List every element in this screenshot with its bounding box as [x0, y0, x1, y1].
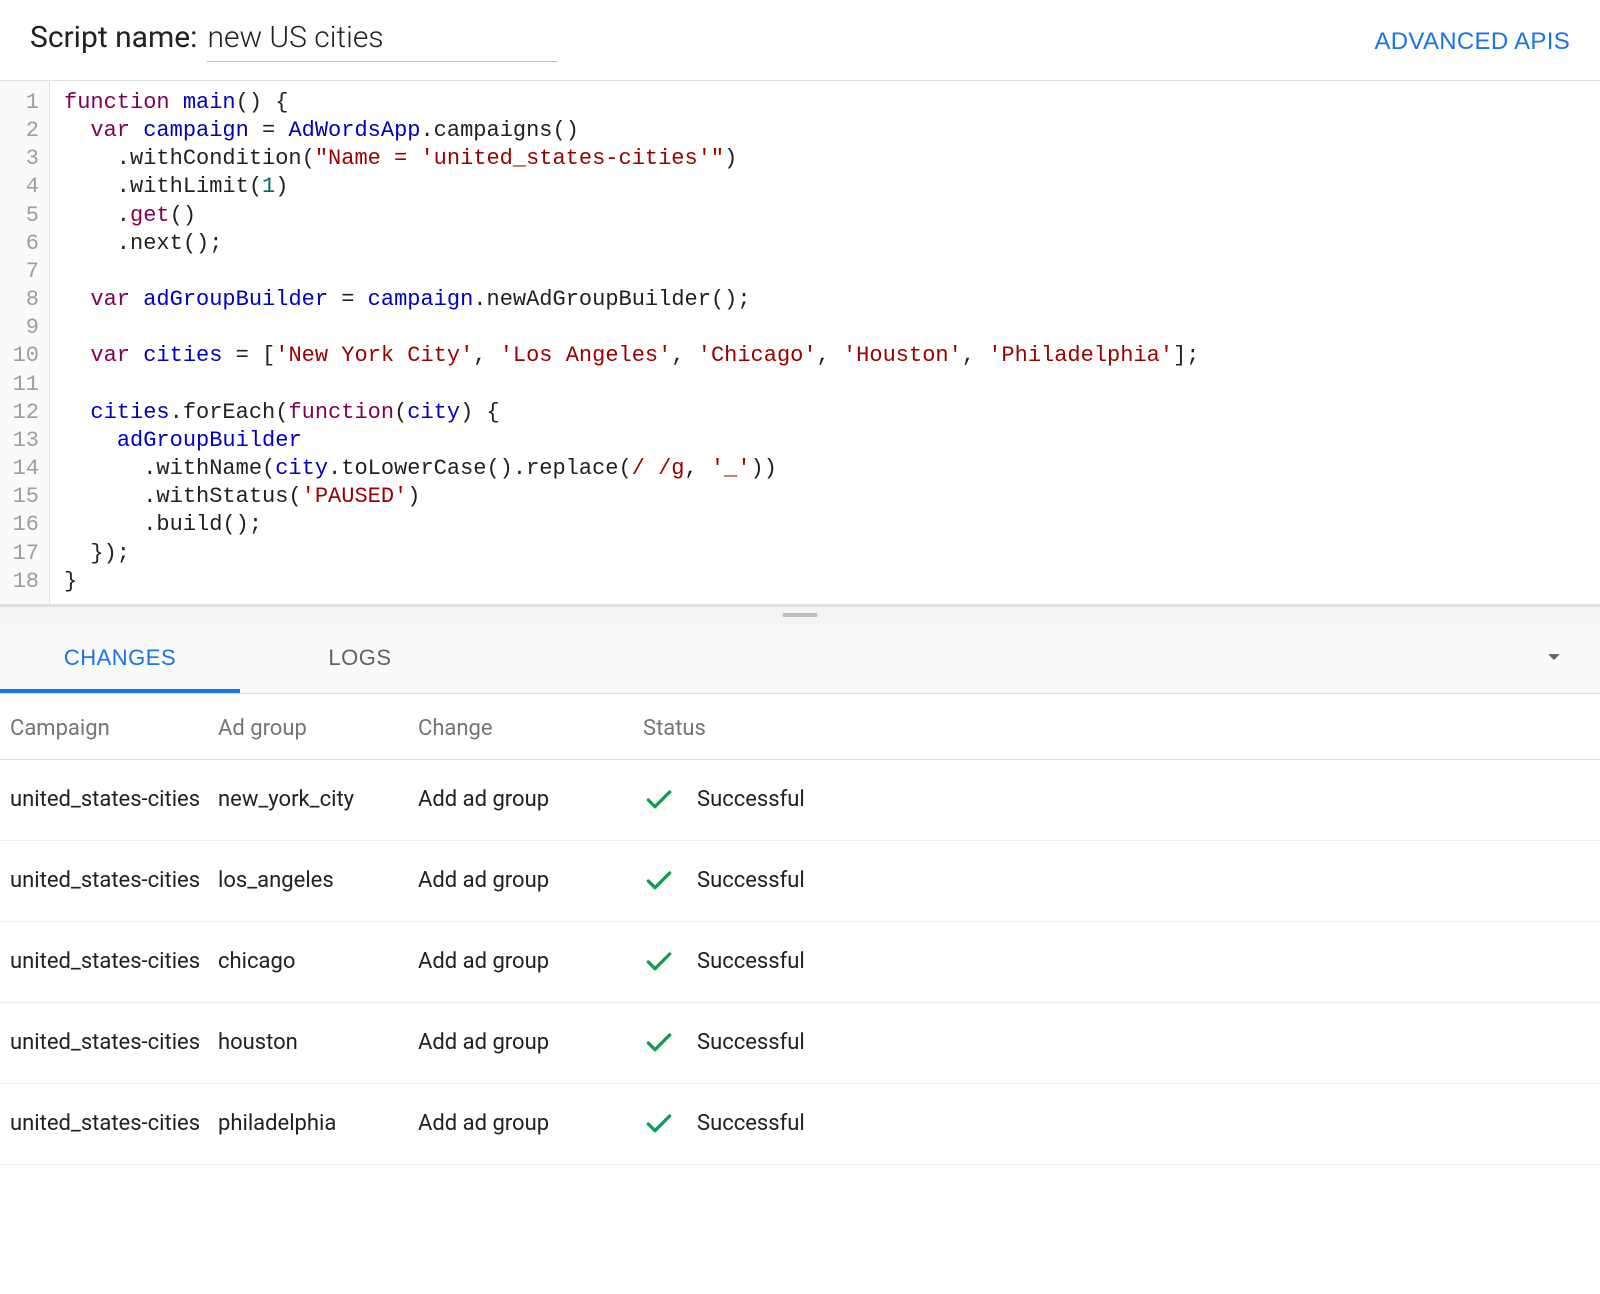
line-number: 10	[6, 342, 39, 370]
col-header-campaign[interactable]: Campaign	[0, 694, 210, 760]
code-area[interactable]: function main() { var campaign = AdWords…	[50, 81, 1213, 604]
status-text: Successful	[697, 1111, 805, 1136]
code-line[interactable]	[64, 258, 1199, 286]
table-row[interactable]: united_states-citiesnew_york_cityAdd ad …	[0, 759, 1600, 840]
cell-campaign: united_states-cities	[0, 1002, 210, 1083]
panel-collapse-button[interactable]	[1532, 635, 1576, 682]
checkmark-icon	[643, 1108, 675, 1140]
line-number: 5	[6, 202, 39, 230]
code-line[interactable]: var cities = ['New York City', 'Los Ange…	[64, 342, 1199, 370]
cell-adgroup: los_angeles	[210, 840, 410, 921]
cell-change: Add ad group	[410, 1083, 635, 1164]
table-row[interactable]: united_states-citieshoustonAdd ad group S…	[0, 1002, 1600, 1083]
cell-change: Add ad group	[410, 921, 635, 1002]
cell-status: Successful	[635, 921, 1600, 1002]
tab-changes[interactable]: CHANGES	[0, 624, 240, 693]
line-number: 9	[6, 314, 39, 342]
table-row[interactable]: united_states-citiesphiladelphiaAdd ad g…	[0, 1083, 1600, 1164]
code-line[interactable]	[64, 371, 1199, 399]
status-text: Successful	[697, 787, 805, 812]
cell-campaign: united_states-cities	[0, 840, 210, 921]
cell-adgroup: new_york_city	[210, 759, 410, 840]
grip-icon	[783, 613, 817, 617]
line-number: 16	[6, 511, 39, 539]
code-line[interactable]: function main() {	[64, 89, 1199, 117]
line-number: 3	[6, 145, 39, 173]
line-number: 12	[6, 399, 39, 427]
status-text: Successful	[697, 949, 805, 974]
cell-change: Add ad group	[410, 1002, 635, 1083]
code-line[interactable]: .withLimit(1)	[64, 173, 1199, 201]
code-line[interactable]: }	[64, 568, 1199, 596]
cell-adgroup: philadelphia	[210, 1083, 410, 1164]
line-number: 8	[6, 286, 39, 314]
line-number: 14	[6, 455, 39, 483]
code-line[interactable]: var campaign = AdWordsApp.campaigns()	[64, 117, 1199, 145]
code-line[interactable]: adGroupBuilder	[64, 427, 1199, 455]
table-row[interactable]: united_states-citieslos_angelesAdd ad gr…	[0, 840, 1600, 921]
tab-logs[interactable]: LOGS	[240, 624, 480, 693]
cell-change: Add ad group	[410, 840, 635, 921]
code-line[interactable]: .withStatus('PAUSED')	[64, 483, 1199, 511]
line-number: 11	[6, 371, 39, 399]
header-bar: Script name: ADVANCED APIS	[0, 0, 1600, 80]
script-name-input[interactable]	[207, 20, 557, 62]
line-number: 7	[6, 258, 39, 286]
table-row[interactable]: united_states-citieschicagoAdd ad group S…	[0, 921, 1600, 1002]
code-line[interactable]: .withName(city.toLowerCase().replace(/ /…	[64, 455, 1199, 483]
line-number: 15	[6, 483, 39, 511]
script-name-block: Script name:	[30, 20, 557, 62]
code-line[interactable]: });	[64, 540, 1199, 568]
cell-status: Successful	[635, 759, 1600, 840]
advanced-apis-button[interactable]: ADVANCED APIS	[1374, 20, 1570, 56]
code-line[interactable]: .build();	[64, 511, 1199, 539]
panel-resize-handle[interactable]	[0, 606, 1600, 624]
code-line[interactable]: var adGroupBuilder = campaign.newAdGroup…	[64, 286, 1199, 314]
cell-campaign: united_states-cities	[0, 759, 210, 840]
line-number: 18	[6, 568, 39, 596]
status-text: Successful	[697, 868, 805, 893]
status-text: Successful	[697, 1030, 805, 1055]
code-line[interactable]: .next();	[64, 230, 1199, 258]
line-number: 1	[6, 89, 39, 117]
col-header-adgroup[interactable]: Ad group	[210, 694, 410, 760]
line-number: 17	[6, 540, 39, 568]
checkmark-icon	[643, 1027, 675, 1059]
cell-campaign: united_states-cities	[0, 1083, 210, 1164]
code-line[interactable]: .withCondition("Name = 'united_states-ci…	[64, 145, 1199, 173]
cell-campaign: united_states-cities	[0, 921, 210, 1002]
code-line[interactable]: cities.forEach(function(city) {	[64, 399, 1199, 427]
cell-adgroup: chicago	[210, 921, 410, 1002]
checkmark-icon	[643, 865, 675, 897]
cell-status: Successful	[635, 840, 1600, 921]
checkmark-icon	[643, 946, 675, 978]
checkmark-icon	[643, 784, 675, 816]
line-number: 6	[6, 230, 39, 258]
code-line[interactable]: .get()	[64, 202, 1199, 230]
code-line[interactable]	[64, 314, 1199, 342]
script-name-label: Script name:	[30, 20, 197, 55]
col-header-status[interactable]: Status	[635, 694, 1600, 760]
line-number: 4	[6, 173, 39, 201]
panel-tabs: CHANGESLOGS	[0, 624, 1600, 694]
cell-adgroup: houston	[210, 1002, 410, 1083]
chevron-down-icon	[1540, 643, 1568, 671]
col-header-change[interactable]: Change	[410, 694, 635, 760]
cell-status: Successful	[635, 1002, 1600, 1083]
line-number: 2	[6, 117, 39, 145]
cell-status: Successful	[635, 1083, 1600, 1164]
table-header-row: Campaign Ad group Change Status	[0, 694, 1600, 760]
cell-change: Add ad group	[410, 759, 635, 840]
code-editor[interactable]: 123456789101112131415161718 function mai…	[0, 80, 1600, 605]
bottom-panel: CHANGESLOGS Campaign Ad group Change Sta…	[0, 605, 1600, 1165]
changes-table: Campaign Ad group Change Status united_s…	[0, 694, 1600, 1165]
line-number-gutter: 123456789101112131415161718	[0, 81, 50, 604]
line-number: 13	[6, 427, 39, 455]
